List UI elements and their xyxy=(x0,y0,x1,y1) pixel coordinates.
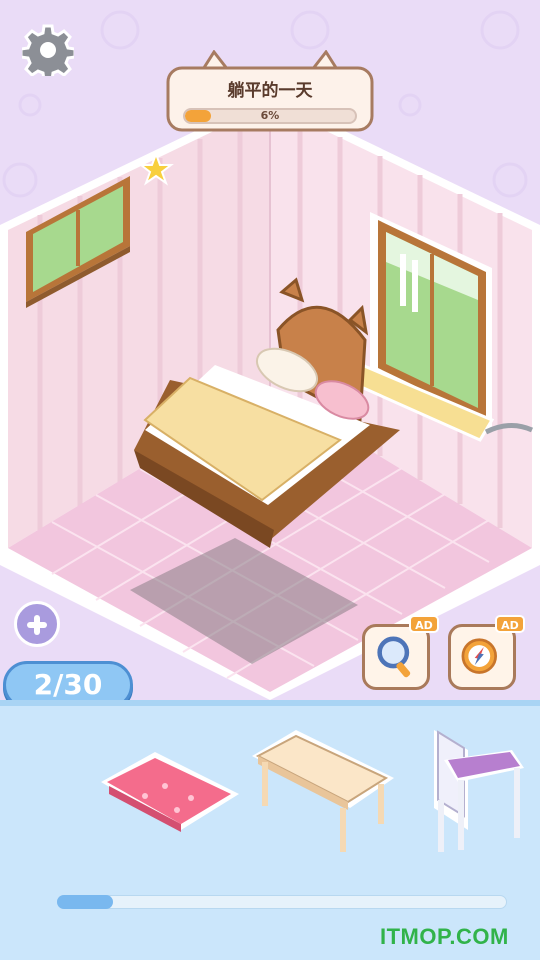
search-hint-button[interactable]: AD xyxy=(362,615,439,690)
inventory-scrollbar-thumb[interactable] xyxy=(57,895,113,909)
inventory-item-pink-rug[interactable] xyxy=(95,746,245,846)
inventory-item-purple-chair[interactable] xyxy=(428,720,528,860)
ad-badge: AD xyxy=(409,615,439,633)
level-title: 躺平的一天 xyxy=(227,81,313,101)
watermark: ITMOP.COM xyxy=(380,924,509,949)
magnifier-icon xyxy=(377,636,411,678)
compass-hint-button[interactable]: AD xyxy=(448,615,525,690)
inventory-tray-border xyxy=(0,700,540,706)
level-progress-label: 6% xyxy=(260,109,280,122)
inventory-scrollbar[interactable] xyxy=(57,895,507,909)
ad-badge: AD xyxy=(495,615,525,633)
add-item-button[interactable] xyxy=(14,601,60,647)
gear-icon[interactable] xyxy=(22,24,74,76)
inventory-item-wooden-table[interactable] xyxy=(248,726,398,856)
compass-icon xyxy=(461,638,497,674)
